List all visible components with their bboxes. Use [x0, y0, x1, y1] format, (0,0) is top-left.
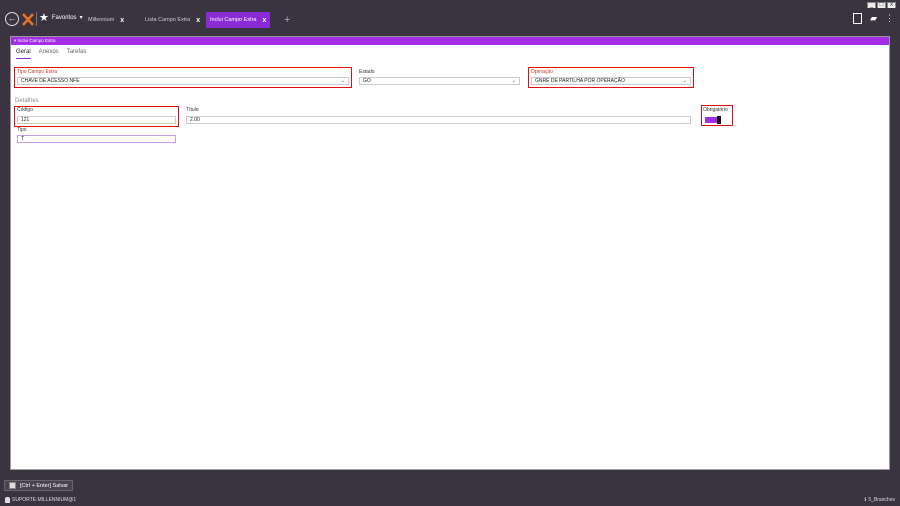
divider: [36, 12, 37, 26]
chevron-down-icon: ⌄: [340, 78, 345, 84]
tab-millennium[interactable]: Millennium x: [84, 13, 128, 27]
tab-anexos[interactable]: Anexos: [39, 49, 59, 59]
codigo-input[interactable]: 121: [17, 116, 176, 124]
obrigatorio-toggle[interactable]: [705, 116, 721, 124]
save-button[interactable]: [Ctrl + Enter] Salvar: [4, 480, 74, 491]
codigo-label: Código: [17, 107, 33, 113]
obrigatorio-label: Obrigatório: [703, 107, 728, 113]
tipo-label: Tipo: [17, 127, 27, 133]
tipo-input[interactable]: T: [17, 135, 176, 143]
tab-label: Millennium: [88, 17, 115, 23]
favorites-label: Favoritos: [51, 14, 77, 21]
close-tab-icon[interactable]: x: [196, 17, 200, 24]
form-tabs: Geral Anexos Tarefas: [16, 49, 86, 59]
panel-header[interactable]: ▾ Inclui Campo Extra: [11, 37, 889, 45]
top-right-icons: ▰ ⋮: [853, 13, 894, 24]
operacao-label: Operação: [531, 69, 553, 75]
tipo-campo-extra-select[interactable]: CHAVE DE ACESSO NFE ⌄: [17, 77, 349, 85]
detalhes-section-title: Detalhes: [15, 98, 39, 104]
chevron-down-icon: ⌄: [682, 78, 687, 84]
tab-geral[interactable]: Geral: [16, 49, 31, 59]
add-tab-button[interactable]: +: [284, 14, 290, 26]
main-panel: ▾ Inclui Campo Extra Geral Anexos Tarefa…: [10, 36, 890, 470]
current-user[interactable]: SUPORTE.MILLENNIUM@1: [5, 497, 76, 503]
status-bar: SUPORTE.MILLENNIUM@1 ℹ 5_Branches: [0, 494, 900, 506]
user-icon: [5, 497, 10, 503]
tab-tarefas[interactable]: Tarefas: [67, 49, 87, 59]
operacao-value: GNRE DE PARTILHA POR OPERAÇÃO: [535, 78, 625, 84]
titulo-label: Título: [186, 107, 199, 113]
branch-label: 5_Branches: [868, 497, 895, 503]
estado-label: Estado: [359, 69, 375, 75]
tipo-campo-extra-label: Tipo Campo Extra: [17, 69, 58, 75]
tab-label: Inclui Campo Extra: [210, 17, 257, 23]
star-icon: ★: [39, 12, 49, 24]
chevron-down-icon: ▾: [79, 15, 83, 21]
chevron-down-icon: ⌄: [511, 78, 516, 84]
tab-lista-campo-extra[interactable]: Lista Campo Extra x: [141, 13, 204, 27]
millennium-logo-icon: [22, 13, 34, 26]
estado-value: GO: [363, 78, 371, 84]
tab-label: Lista Campo Extra: [145, 17, 191, 23]
tipo-campo-extra-value: CHAVE DE ACESSO NFE: [21, 78, 80, 84]
chat-icon[interactable]: ▰: [870, 13, 877, 24]
info-icon: ℹ: [864, 497, 867, 503]
user-label: SUPORTE.MILLENNIUM@1: [12, 497, 77, 503]
close-tab-icon[interactable]: x: [120, 17, 124, 24]
clipboard-icon[interactable]: [853, 13, 863, 24]
estado-select[interactable]: GO ⌄: [359, 77, 520, 85]
tab-inclui-campo-extra[interactable]: Inclui Campo Extra x: [206, 12, 271, 28]
branches-indicator[interactable]: ℹ 5_Branches: [864, 497, 895, 503]
operacao-select[interactable]: GNRE DE PARTILHA POR OPERAÇÃO ⌄: [531, 77, 691, 85]
back-arrow-icon[interactable]: ←: [5, 12, 19, 26]
titulo-input[interactable]: 2.00: [186, 116, 691, 124]
more-vertical-icon[interactable]: ⋮: [885, 13, 894, 24]
close-tab-icon[interactable]: x: [262, 17, 266, 24]
toggle-knob: [717, 116, 721, 124]
save-disk-icon: [9, 482, 16, 489]
favorites-menu[interactable]: ★ Favoritos ▾: [39, 11, 83, 24]
save-label: [Ctrl + Enter] Salvar: [20, 482, 69, 489]
top-bar: ← ★ Favoritos ▾ Millennium x Lista Campo…: [0, 8, 900, 30]
